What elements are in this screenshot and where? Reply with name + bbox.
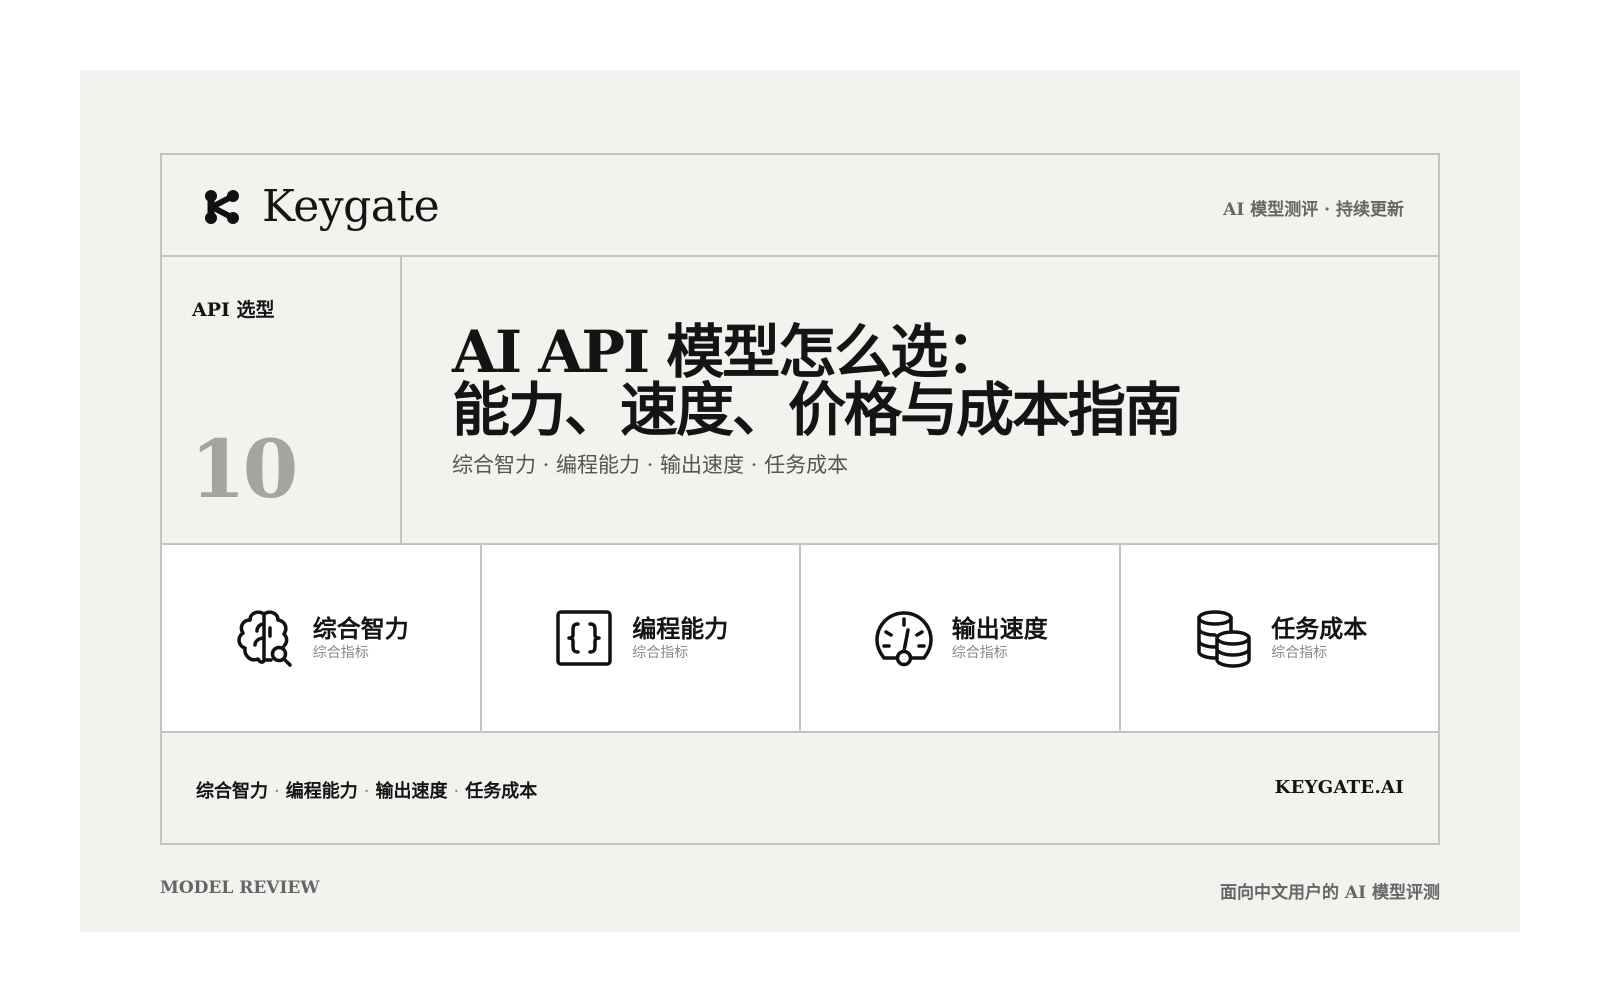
bottom-caption-right: 面向中文用户的 AI 模型评测 [1220,883,1440,903]
feature-title: 编程能力 [632,614,729,643]
topic-separator: · [274,781,280,802]
feature-text: 输出速度 综合指标 [952,614,1048,662]
footer-topic: 任务成本 [465,781,538,802]
feature-card-coding: 编程能力 综合指标 [482,545,801,731]
hero-section: API 选型 10 AI API 模型怎么选： 能力、速度、价格与成本指南 综合… [162,257,1438,543]
feature-strip: 综合智力 综合指标 编程能力 综合指标 输出速度 综合指标 任务成本 综合指标 [162,543,1438,733]
issue-number: 10 [190,422,298,516]
footer-topic: 综合智力 [196,781,268,802]
bottom-caption-left: MODEL REVIEW [160,878,320,898]
topic-separator: · [453,781,460,802]
footer-topic: 编程能力 [285,781,358,802]
hero-sidebar: API 选型 10 [162,257,402,543]
page-subtitle: 综合智力 · 编程能力 · 输出速度 · 任务成本 [452,453,849,477]
site-link[interactable]: KEYGATE.AI [1275,777,1404,798]
feature-text: 综合智力 综合指标 [313,614,409,662]
page-title-line-1: AI API 模型怎么选： [452,318,1004,386]
feature-card-speed: 输出速度 综合指标 [801,545,1121,731]
feature-caption: 综合指标 [632,645,689,661]
header-tagline: AI 模型测评 · 持续更新 [1223,200,1404,220]
page-title: AI API 模型怎么选： 能力、速度、价格与成本指南 [452,318,1182,444]
hero-kicker: API 选型 [192,299,275,321]
feature-title: 综合智力 [312,614,409,643]
cover-canvas: Keygate AI 模型测评 · 持续更新 API 选型 10 AI API … [80,70,1520,932]
topic-separator: · [363,781,370,802]
feature-caption: 综合指标 [312,645,369,661]
footer-band: 综合智力 · 编程能力 · 输出速度 · 任务成本 KEYGATE.AI [162,733,1438,843]
page-title-line-2: 能力、速度、价格与成本指南 [452,376,1182,444]
feature-card-intelligence: 综合智力 综合指标 [162,545,482,731]
footer-topics: 综合智力 · 编程能力 · 输出速度 · 任务成本 [196,777,537,803]
cover-card: Keygate AI 模型测评 · 持续更新 API 选型 10 AI API … [160,153,1440,845]
feature-caption: 综合指标 [1271,645,1328,661]
code-braces-icon [556,610,612,666]
keygate-logo-icon [205,190,239,224]
feature-title: 输出速度 [951,614,1048,643]
footer-topic: 输出速度 [375,781,448,802]
brand-logo[interactable]: Keygate [202,181,440,232]
brain-search-icon [237,610,292,667]
feature-caption: 综合指标 [951,645,1008,661]
feature-title: 任务成本 [1271,614,1368,643]
feature-text: 任务成本 综合指标 [1271,614,1367,662]
coins-stack-icon [1197,610,1251,668]
header: Keygate AI 模型测评 · 持续更新 [162,155,1438,257]
feature-text: 编程能力 综合指标 [632,614,728,662]
brand-name: Keygate [262,181,440,232]
feature-card-cost: 任务成本 综合指标 [1121,545,1439,731]
speedometer-icon [875,611,933,667]
